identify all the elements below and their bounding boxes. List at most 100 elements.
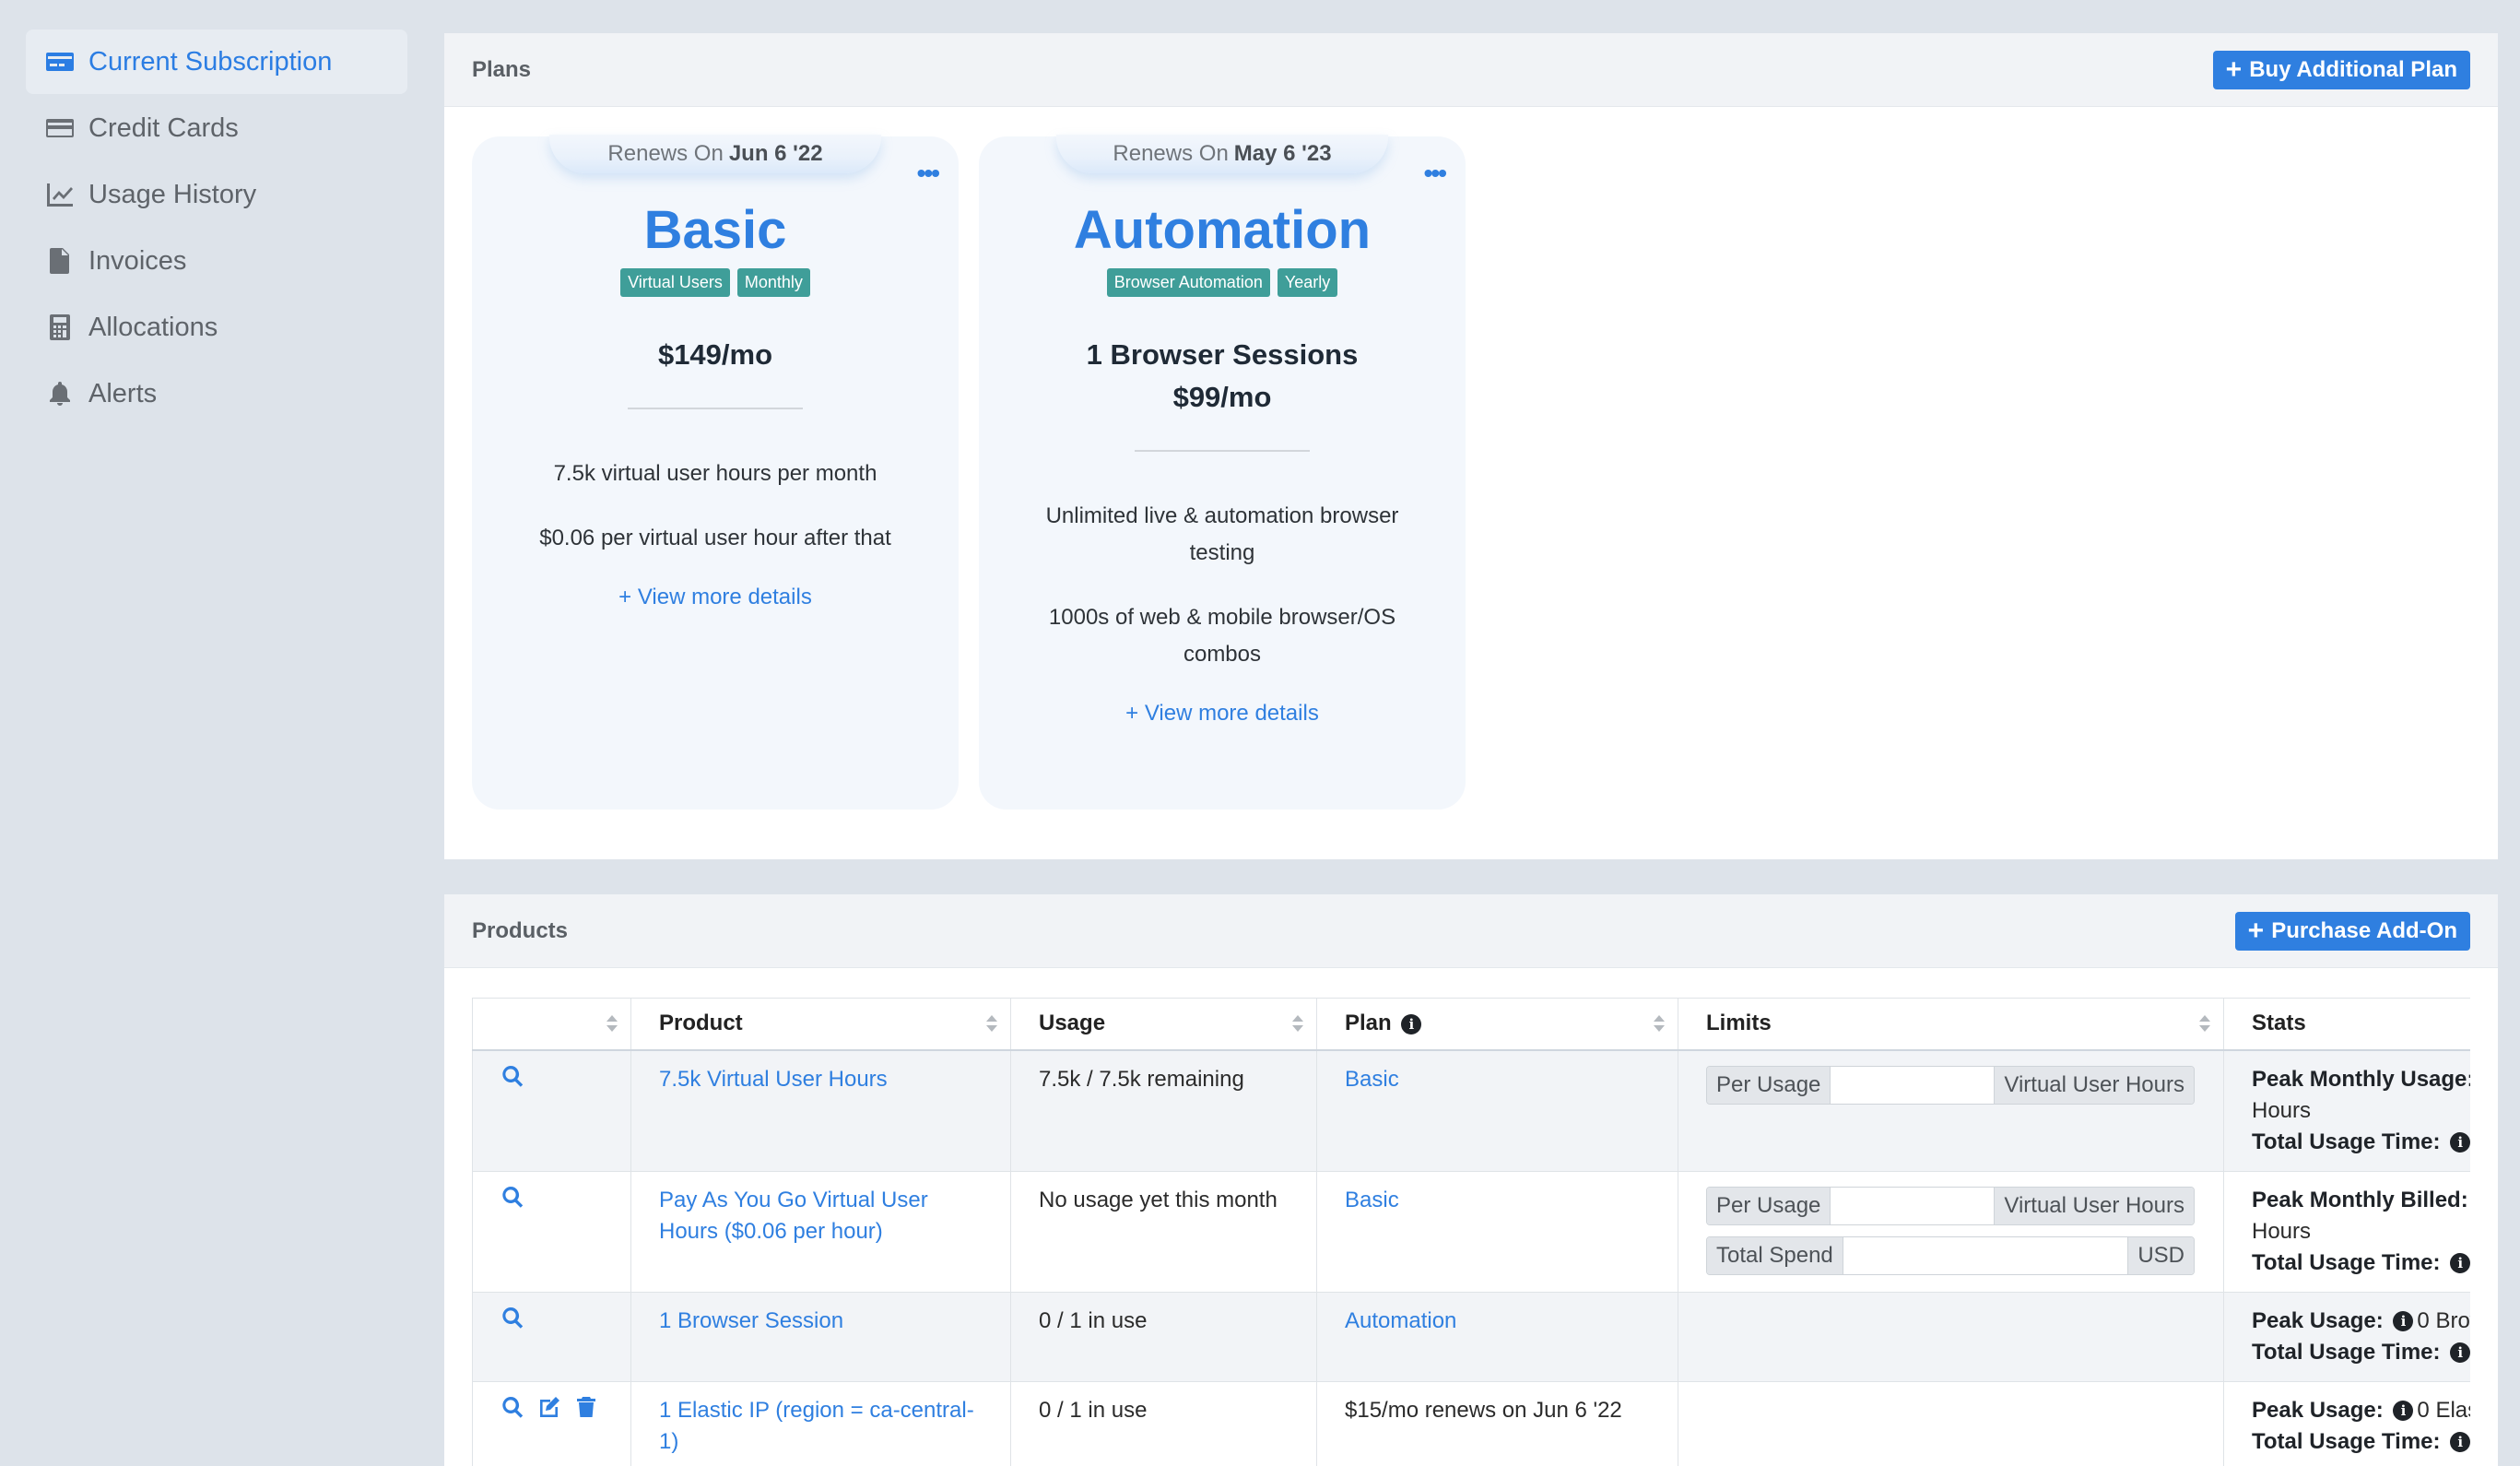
plans-header: Plans + Buy Additional Plan	[444, 33, 2498, 107]
sidebar-item-allocations[interactable]: Allocations	[26, 295, 407, 360]
row-actions	[472, 1380, 631, 1466]
usage-cell: No usage yet this month	[1010, 1170, 1317, 1293]
column-label: Stats	[2252, 1011, 2306, 1036]
sort-icon[interactable]	[2199, 1014, 2210, 1033]
trash-icon[interactable]	[574, 1395, 598, 1419]
column-label: Plan	[1345, 1011, 1392, 1036]
renews-pill: Renews On Jun 6 '22	[549, 135, 881, 173]
view-more-details-link[interactable]: + View more details	[979, 701, 1466, 727]
chart-line-icon	[44, 179, 76, 210]
search-icon[interactable]	[500, 1185, 524, 1209]
product-cell: Pay As You Go Virtual User Hours ($0.06 …	[630, 1170, 1011, 1293]
info-icon[interactable]: i	[2450, 1432, 2470, 1453]
sidebar-item-label: Alerts	[88, 378, 158, 408]
product-link[interactable]: Pay As You Go Virtual User Hours ($0.06 …	[659, 1188, 928, 1244]
info-icon[interactable]: i	[2393, 1401, 2414, 1422]
plus-icon: +	[2225, 53, 2243, 85]
search-icon[interactable]	[500, 1064, 524, 1088]
badge: Monthly	[736, 268, 810, 297]
plan-cell: Basic	[1316, 1049, 1678, 1172]
plan-price: 1 Browser Sessions $99/mo	[979, 334, 1466, 419]
column-header-product[interactable]: Product	[630, 998, 1011, 1051]
total-spend-limit-input[interactable]	[1842, 1236, 2129, 1274]
column-header-actions[interactable]	[472, 998, 631, 1051]
more-options-icon[interactable]: •••	[917, 160, 940, 186]
stats-cell: Peak Usage: i0 Elas Total Usage Time: i	[2223, 1380, 2470, 1466]
column-header-plan[interactable]: Plan i	[1316, 998, 1678, 1051]
total-spend-limit-group: Total Spend USD	[1706, 1235, 2195, 1275]
credit-card-front-icon	[44, 46, 76, 77]
sort-icon[interactable]	[1292, 1014, 1303, 1033]
plan-card-basic: Renews On Jun 6 '22 ••• Basic Virtual Us…	[472, 135, 959, 810]
column-header-usage[interactable]: Usage	[1010, 998, 1317, 1051]
plan-name: Automation	[1073, 200, 1372, 260]
search-icon[interactable]	[500, 1395, 524, 1419]
divider	[628, 408, 803, 409]
products-table: Product Usage Plan i Limits Stats 7.5k V…	[472, 998, 2470, 1466]
stat-label: Peak Usage:	[2252, 1307, 2384, 1333]
product-link[interactable]: 1 Elastic IP (region = ca-central-1)	[659, 1398, 974, 1454]
stat-label: Peak Usage:	[2252, 1397, 2384, 1423]
stats-cell: Peak Monthly Usage: Hours Total Usage Ti…	[2223, 1049, 2470, 1172]
info-icon[interactable]: i	[1401, 1013, 1422, 1034]
sidebar-item-invoices[interactable]: Invoices	[26, 229, 407, 293]
edit-icon[interactable]	[537, 1395, 561, 1419]
info-icon[interactable]: i	[2450, 1132, 2470, 1153]
plan-link[interactable]: Automation	[1345, 1308, 1456, 1333]
product-link[interactable]: 7.5k Virtual User Hours	[659, 1067, 888, 1092]
plans-panel: Plans + Buy Additional Plan Renews On Ju…	[444, 33, 2498, 859]
sort-icon[interactable]	[1654, 1014, 1665, 1033]
limit-unit: USD	[2128, 1236, 2194, 1274]
sort-icon[interactable]	[606, 1014, 618, 1033]
table-row: 1 Browser Session 0 / 1 in use Automatio…	[472, 1291, 2470, 1382]
sidebar-item-label: Current Subscription	[88, 46, 333, 77]
calculator-icon	[44, 312, 76, 343]
column-header-stats: Stats	[2223, 998, 2470, 1051]
sidebar-item-usage-history[interactable]: Usage History	[26, 162, 407, 227]
stat-label: Total Usage Time:	[2252, 1129, 2441, 1154]
limit-label: Per Usage	[1707, 1066, 1831, 1104]
per-usage-limit-input[interactable]	[1830, 1066, 1996, 1104]
plan-link[interactable]: Basic	[1345, 1067, 1399, 1092]
purchase-add-on-label: Purchase Add-On	[2271, 917, 2457, 943]
stat-value: 0 Brow	[2417, 1307, 2470, 1333]
table-row: Pay As You Go Virtual User Hours ($0.06 …	[472, 1170, 2470, 1293]
purchase-add-on-button[interactable]: + Purchase Add-On	[2234, 911, 2470, 951]
per-usage-limit-group: Per Usage Virtual User Hours	[1706, 1065, 2195, 1105]
plan-card-automation: Renews On May 6 '23 ••• Automation Brows…	[979, 135, 1466, 810]
info-icon[interactable]: i	[2393, 1311, 2414, 1332]
sidebar-item-credit-cards[interactable]: Credit Cards	[26, 96, 407, 160]
per-usage-limit-input[interactable]	[1830, 1187, 1996, 1224]
sidebar-item-alerts[interactable]: Alerts	[26, 361, 407, 426]
column-label: Limits	[1706, 1011, 1772, 1036]
plans-title: Plans	[472, 56, 532, 82]
stat-line: Total Usage Time: i	[2252, 1247, 2470, 1279]
renews-prefix: Renews On	[1113, 141, 1229, 166]
stat-value: 0 Elas	[2417, 1397, 2470, 1423]
sidebar-item-current-subscription[interactable]: Current Subscription	[26, 30, 407, 94]
sort-icon[interactable]	[986, 1014, 997, 1033]
product-link[interactable]: 1 Browser Session	[659, 1308, 843, 1333]
products-header: Products + Purchase Add-On	[444, 894, 2498, 968]
bell-icon	[44, 378, 76, 409]
plan-cell: $15/mo renews on Jun 6 '22	[1316, 1380, 1678, 1466]
stat-label: Total Usage Time:	[2252, 1339, 2441, 1365]
stat-line: Peak Usage: i0 Elas	[2252, 1395, 2470, 1426]
column-header-limits[interactable]: Limits	[1678, 998, 2224, 1051]
stat-label: Total Usage Time:	[2252, 1249, 2441, 1275]
view-more-details-link[interactable]: + View more details	[472, 585, 959, 610]
plan-name: Basic	[643, 200, 787, 260]
stat-line: Total Usage Time: i	[2252, 1127, 2470, 1158]
info-icon[interactable]: i	[2450, 1342, 2470, 1364]
more-options-icon[interactable]: •••	[1424, 160, 1447, 186]
search-icon[interactable]	[500, 1306, 524, 1330]
buy-additional-plan-button[interactable]: + Buy Additional Plan	[2212, 50, 2470, 89]
plan-link[interactable]: Basic	[1345, 1188, 1399, 1212]
info-icon[interactable]: i	[2450, 1253, 2470, 1274]
stat-line: Hours	[2252, 1218, 2312, 1244]
per-usage-limit-group: Per Usage Virtual User Hours	[1706, 1186, 2195, 1225]
column-label: Usage	[1039, 1011, 1106, 1036]
plan-cell: Automation	[1316, 1291, 1678, 1382]
products-panel: Products + Purchase Add-On Product Usage	[444, 894, 2498, 1466]
stat-line: Total Usage Time: i	[2252, 1337, 2470, 1368]
